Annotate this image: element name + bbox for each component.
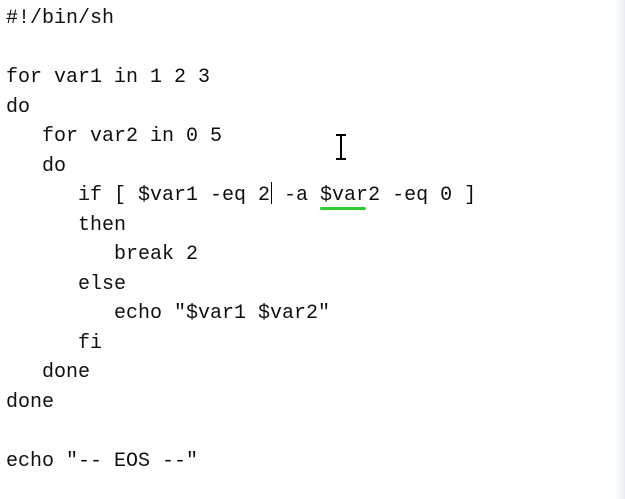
code-line-4: do [6, 95, 31, 119]
code-line-12: fi [6, 331, 103, 355]
code-line-11: echo "$var1 $var2" [6, 302, 331, 325]
code-line-3: for var1 in 1 2 3 [6, 66, 211, 89]
code-line-7-after-caret: -a $var2 -eq 0 ] [272, 184, 477, 207]
code-line-1: #!/bin/sh [6, 7, 115, 30]
code-line-13: done [6, 361, 91, 384]
code-line-5: for var2 in 0 5 [6, 125, 223, 148]
code-line-7: if [ $var1 -eq 2 -a $var2 -eq 0 ] [6, 181, 476, 211]
code-line-14: done [6, 390, 55, 414]
window-edge [615, 0, 625, 499]
code-line-10: else [6, 272, 127, 296]
code-line-6: do [6, 154, 67, 178]
code-line-9: break 2 [6, 243, 199, 266]
highlight-underline [320, 207, 366, 210]
code-line-7-before-caret: if [ $var1 -eq 2 [6, 184, 271, 207]
code-editor[interactable]: #!/bin/sh for var1 in 1 2 3 do for var2 i… [0, 0, 625, 499]
code-line-16: echo "-- EOS --" [6, 449, 199, 473]
code-text-area[interactable]: #!/bin/sh for var1 in 1 2 3 do for var2 i… [6, 4, 476, 476]
code-line-8: then [6, 213, 127, 237]
i-beam-cursor-icon [336, 134, 346, 160]
